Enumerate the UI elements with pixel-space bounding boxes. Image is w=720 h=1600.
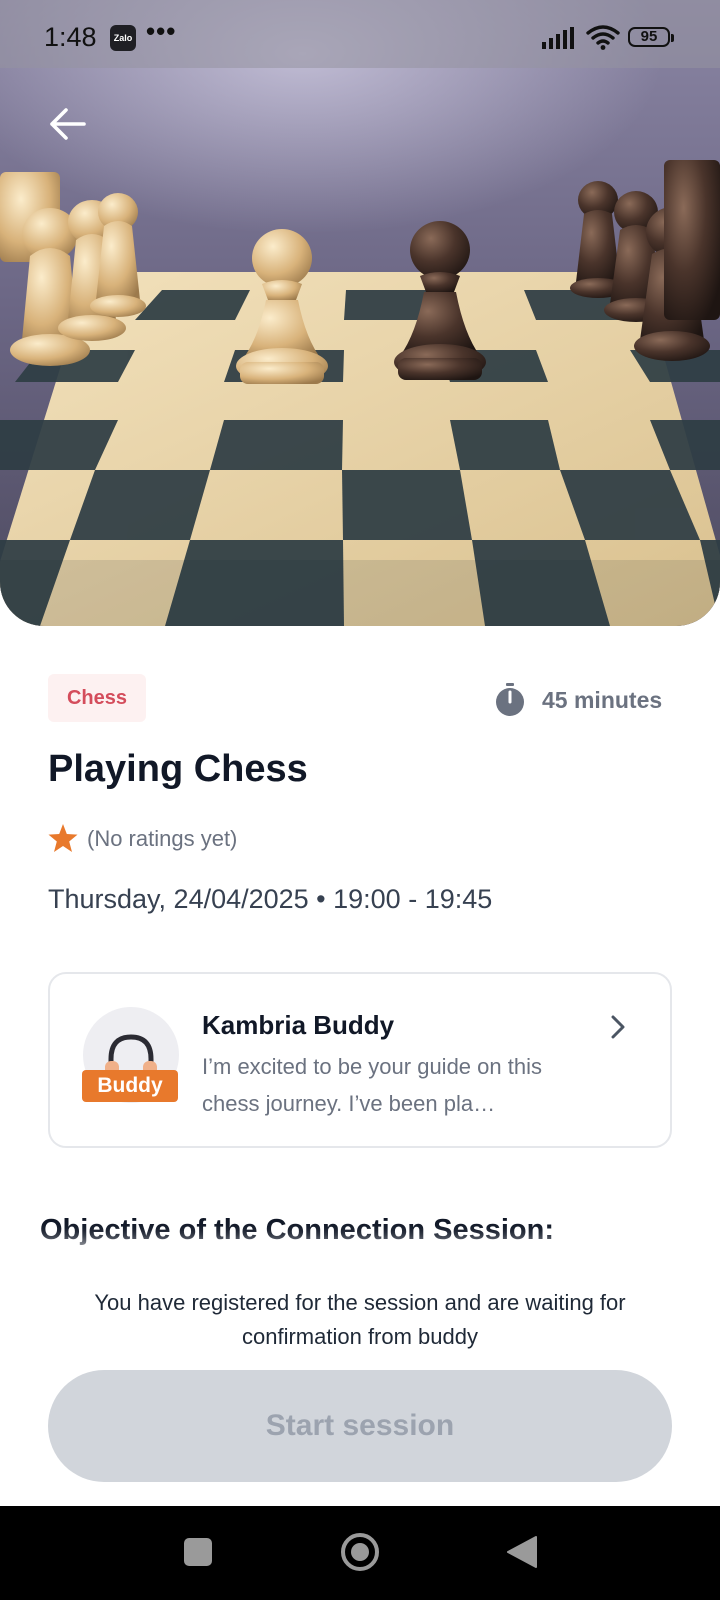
zalo-notification-icon: Zalo xyxy=(110,25,136,51)
objective-heading: Objective of the Connection Session: xyxy=(40,1214,555,1246)
rating-text: (No ratings yet) xyxy=(87,825,238,851)
session-title: Playing Chess xyxy=(48,748,308,790)
status-bar: 1:48 Zalo ••• 95 xyxy=(0,0,720,68)
system-back-icon[interactable] xyxy=(506,1535,538,1569)
buddy-name: Kambria Buddy xyxy=(202,1010,395,1040)
duration-text: 45 minutes xyxy=(542,686,663,713)
hero-image xyxy=(0,0,720,626)
recent-apps-icon[interactable] xyxy=(184,1538,212,1566)
buddy-bio: I’m excited to be your guide on this che… xyxy=(202,1054,542,1116)
start-session-button[interactable]: Start session xyxy=(48,1370,672,1482)
wifi-icon xyxy=(586,25,620,50)
arrow-left-icon xyxy=(50,108,86,140)
system-navigation-bar xyxy=(0,1506,720,1600)
registration-status-message: You have registered for the session and … xyxy=(94,1290,626,1349)
cellular-signal-icon xyxy=(542,27,574,49)
more-notifications-icon: ••• xyxy=(146,16,177,46)
category-chip: Chess xyxy=(48,674,146,722)
back-button[interactable] xyxy=(44,102,92,146)
home-icon[interactable] xyxy=(340,1532,380,1572)
buddy-badge: Buddy xyxy=(82,1070,178,1102)
stopwatch-icon xyxy=(496,683,524,716)
session-rating: (No ratings yet) xyxy=(48,824,237,853)
buddy-card[interactable]: Buddy Kambria Buddy I’m excited to be yo… xyxy=(48,972,672,1148)
session-schedule: Thursday, 24/04/2025 • 19:00 - 19:45 xyxy=(48,884,493,914)
battery-icon: 95 xyxy=(628,27,674,47)
star-icon xyxy=(48,824,78,852)
status-time: 1:48 xyxy=(44,22,97,52)
chevron-right-icon xyxy=(611,1015,625,1039)
session-duration: 45 minutes xyxy=(494,683,662,717)
